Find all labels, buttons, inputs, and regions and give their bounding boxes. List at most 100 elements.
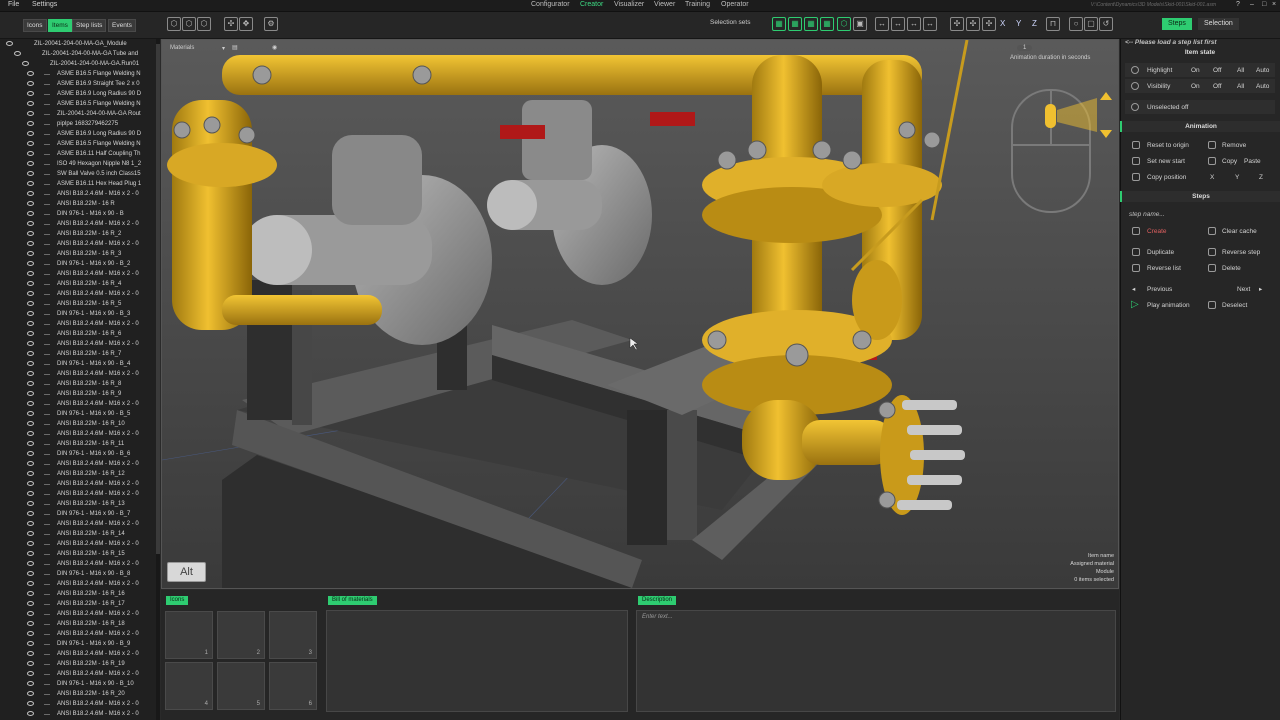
eye-icon[interactable] (27, 351, 34, 356)
magnet-icon[interactable]: ⊓ (1046, 17, 1060, 31)
tree-item-row[interactable]: ANSI B18.22M - 16 R_14 (0, 529, 156, 539)
eye-icon[interactable] (27, 251, 34, 256)
axis-z[interactable]: Z (1032, 19, 1037, 28)
tree-item-row[interactable]: ANSI B18.22M - 16 R_5 (0, 299, 156, 309)
search-icon[interactable]: ○ (1069, 17, 1083, 31)
eye-icon[interactable] (27, 301, 34, 306)
tree-item-row[interactable]: ANSI B18.2.4.6M - M16 x 2 - 0 (0, 559, 156, 569)
tree-item-row[interactable]: ASME B16.9 Long Radius 90 D (0, 89, 156, 99)
copy-button[interactable]: Copy (1222, 158, 1237, 165)
tree-item-row[interactable]: DIN 976-1 - M16 x 90 - B (0, 209, 156, 219)
deselect-button[interactable]: Deselect (1222, 302, 1247, 309)
tree-item-row[interactable]: ANSI B18.2.4.6M - M16 x 2 - 0 (0, 609, 156, 619)
menu-file[interactable]: File (8, 1, 19, 8)
eye-icon[interactable] (27, 321, 34, 326)
eye-icon[interactable] (22, 61, 29, 66)
tab-events[interactable]: Events (108, 19, 136, 32)
tree-item-row[interactable]: ANSI B18.2.4.6M - M16 x 2 - 0 (0, 539, 156, 549)
camera-icon[interactable]: ⚙ (264, 17, 278, 31)
eye-icon[interactable] (27, 221, 34, 226)
eye-icon[interactable] (27, 241, 34, 246)
visibility-all[interactable]: All (1237, 83, 1244, 90)
tree-item-row[interactable]: ANSI B18.2.4.6M - M16 x 2 - 0 (0, 189, 156, 199)
materials-dropdown[interactable]: Materials (170, 45, 194, 51)
eye-icon[interactable] (27, 81, 34, 86)
tree-item-row[interactable]: ASME B16.5 Flange Welding N (0, 139, 156, 149)
eye-icon[interactable] (27, 701, 34, 706)
cube-front-icon[interactable]: ⬡ (182, 17, 196, 31)
paint-icon[interactable]: ◉ (272, 44, 277, 51)
tree-item-row[interactable]: ANSI B18.22M - 16 R_4 (0, 279, 156, 289)
eye-icon[interactable] (27, 471, 34, 476)
nav-creator[interactable]: Creator (580, 1, 603, 8)
eye-icon[interactable] (27, 671, 34, 676)
eye-icon[interactable] (27, 421, 34, 426)
nav-visualizer[interactable]: Visualizer (614, 1, 644, 8)
icon-slot-6[interactable]: 6 (269, 662, 317, 710)
tree-item-row[interactable]: DIN 976-1 - M16 x 90 - B_5 (0, 409, 156, 419)
tree-root-row[interactable]: ZIL-20041-204-00-MA-GA_Module (0, 39, 156, 49)
tree-item-row[interactable]: ANSI B18.22M - 16 R_18 (0, 619, 156, 629)
tree-item-row[interactable]: ASME B16.9 Long Radius 90 D (0, 129, 156, 139)
select-remove-icon[interactable]: ▦ (804, 17, 818, 31)
highlight-all[interactable]: All (1237, 67, 1244, 74)
tree-scroll-thumb[interactable] (156, 44, 160, 554)
tree-item-row[interactable]: ANSI B18.2.4.6M - M16 x 2 - 0 (0, 429, 156, 439)
eye-icon[interactable] (27, 121, 34, 126)
tree-item-row[interactable]: ASME B16.11 Hex Head Plug 1 (0, 179, 156, 189)
copy-position-button[interactable]: Copy position (1147, 174, 1186, 181)
step-name-input[interactable]: step name... (1129, 211, 1165, 218)
previous-button[interactable]: Previous (1147, 286, 1172, 293)
tree-item-row[interactable]: ANSI B18.22M - 16 R (0, 199, 156, 209)
eye-icon[interactable] (27, 201, 34, 206)
eye-icon[interactable] (27, 531, 34, 536)
nav-configurator[interactable]: Configurator (531, 1, 570, 8)
eye-icon[interactable] (27, 501, 34, 506)
eye-icon[interactable] (27, 521, 34, 526)
tree-item-row[interactable]: ANSI B18.22M - 16 R_7 (0, 349, 156, 359)
move-icon[interactable]: ✥ (239, 17, 253, 31)
tab-step-lists[interactable]: Step lists (72, 19, 107, 32)
eye-icon[interactable] (27, 101, 34, 106)
eye-icon[interactable] (27, 551, 34, 556)
eye-icon[interactable] (6, 41, 13, 46)
create-button[interactable]: Create (1147, 228, 1167, 235)
tree-item-row[interactable]: ANSI B18.22M - 16 R_17 (0, 599, 156, 609)
tree-item-row[interactable]: DIN 976-1 - M16 x 90 - B_10 (0, 679, 156, 689)
eye-icon[interactable] (27, 711, 34, 716)
cube-side-icon[interactable]: ⬡ (197, 17, 211, 31)
eye-icon[interactable] (27, 151, 34, 156)
tree-item-row[interactable]: ANSI B18.22M - 16 R_10 (0, 419, 156, 429)
eye-icon[interactable] (27, 541, 34, 546)
menu-settings[interactable]: Settings (32, 1, 57, 8)
remove-button[interactable]: Remove (1222, 142, 1246, 149)
eye-icon[interactable] (27, 371, 34, 376)
eye-icon[interactable] (27, 171, 34, 176)
nav-viewer[interactable]: Viewer (654, 1, 675, 8)
eye-icon[interactable] (27, 631, 34, 636)
help-icon[interactable]: ? (1236, 1, 1240, 8)
visibility-on[interactable]: On (1191, 83, 1200, 90)
eye-icon[interactable] (27, 601, 34, 606)
eye-icon[interactable] (27, 111, 34, 116)
eye-icon[interactable] (27, 291, 34, 296)
eye-icon[interactable] (27, 271, 34, 276)
eye-icon[interactable] (14, 51, 21, 56)
select-icon[interactable]: ▦ (772, 17, 786, 31)
eye-icon[interactable] (27, 91, 34, 96)
tree-item-row[interactable]: ISO 49 Hexagon Nipple N8 1_2 (0, 159, 156, 169)
eye-icon[interactable] (27, 481, 34, 486)
eye-icon[interactable] (27, 661, 34, 666)
tree-item-row[interactable]: ANSI B18.2.4.6M - M16 x 2 - 0 (0, 219, 156, 229)
eye-icon[interactable] (27, 621, 34, 626)
eye-icon[interactable] (27, 681, 34, 686)
bom-list[interactable] (326, 610, 628, 712)
eye-icon[interactable] (27, 431, 34, 436)
tree-item-row[interactable]: ANSI B18.2.4.6M - M16 x 2 - 0 (0, 579, 156, 589)
tree-item-row[interactable]: DIN 976-1 - M16 x 90 - B_4 (0, 359, 156, 369)
isolate-icon[interactable]: ▣ (853, 17, 867, 31)
tree-item-row[interactable]: ANSI B18.22M - 16 R_16 (0, 589, 156, 599)
next-button[interactable]: Next (1237, 286, 1250, 293)
tree-item-row[interactable]: ANSI B18.2.4.6M - M16 x 2 - 0 (0, 239, 156, 249)
eye-icon[interactable] (27, 611, 34, 616)
